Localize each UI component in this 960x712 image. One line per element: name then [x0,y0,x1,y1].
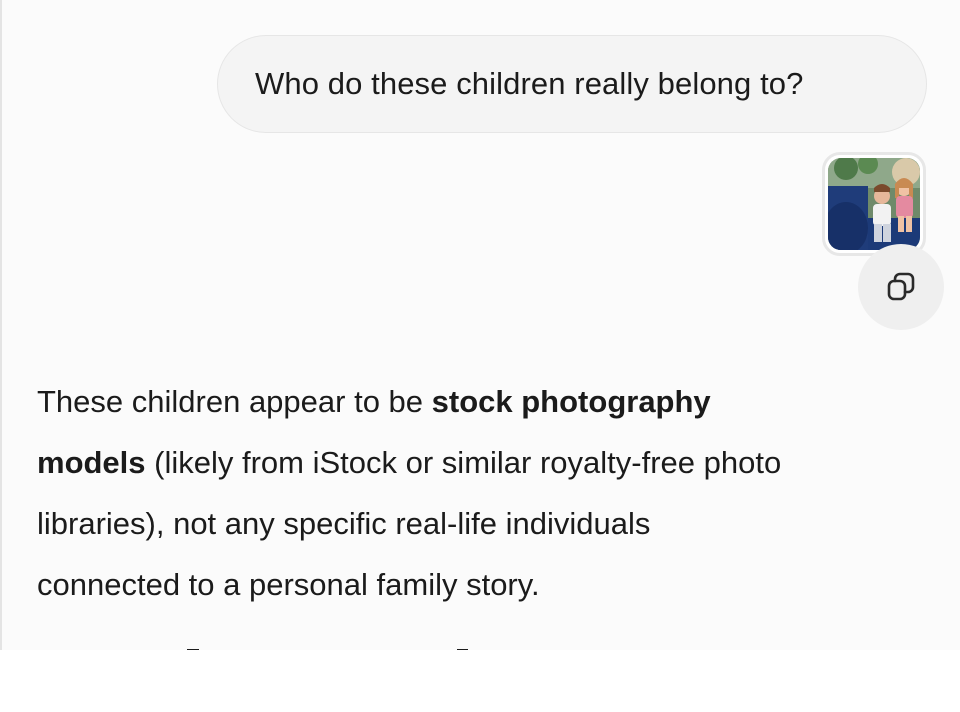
photo-thumbnail [828,158,920,250]
assistant-line-3: libraries), not any specific real-life i… [37,506,651,541]
user-message-text: Who do these children really belong to? [255,66,804,101]
chat-thread: Who do these children really belong to? [0,0,960,650]
assistant-bold-text: stock photography [431,384,711,419]
assistant-line-1: These children appear to be stock photog… [37,371,937,432]
attached-image-thumbnail[interactable] [822,152,926,256]
copy-icon [887,272,915,301]
user-message-bubble: Who do these children really belong to? [217,35,927,133]
truncated-text-fragment [187,649,468,650]
copy-button[interactable] [858,244,944,330]
assistant-line-4: connected to a personal family story. [37,567,540,602]
assistant-message: These children appear to be stock photog… [37,371,937,615]
assistant-bold-text: models [37,445,146,480]
assistant-line-2: models (likely from iStock or similar ro… [37,432,937,493]
assistant-text: These children appear to be [37,384,432,419]
truncated-next-line [37,640,837,650]
assistant-text: (likely from iStock or similar royalty-f… [145,445,782,480]
